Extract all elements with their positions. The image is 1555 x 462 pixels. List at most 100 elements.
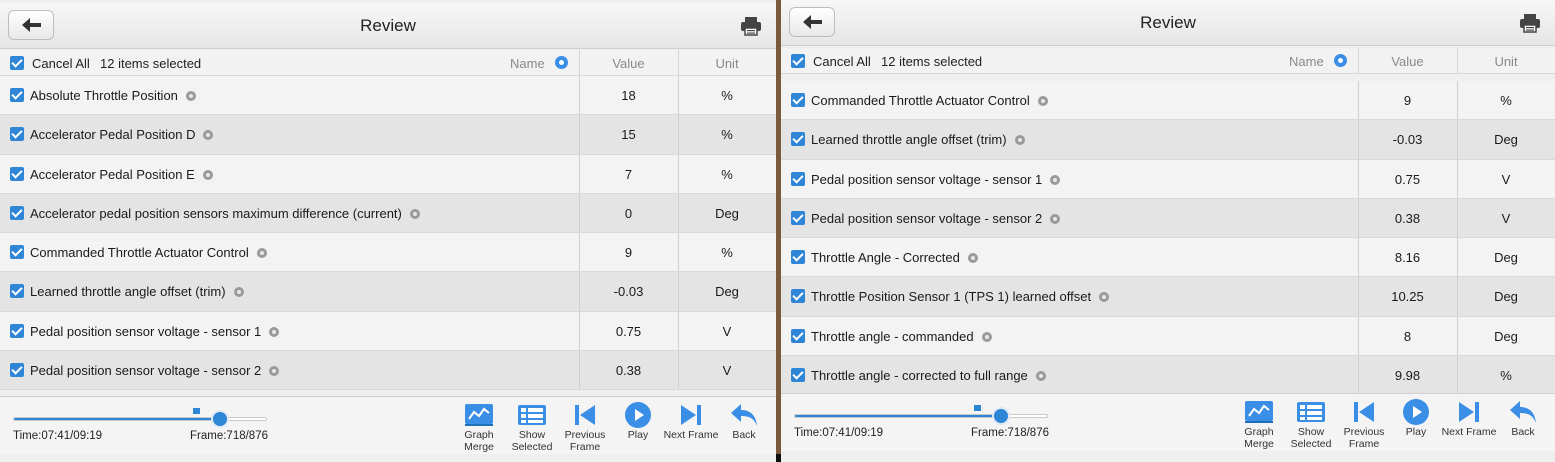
parameter-value: 0.38 bbox=[1394, 210, 1421, 226]
parameter-row[interactable]: Pedal position sensor voltage - sensor 1… bbox=[0, 311, 776, 352]
back-icon bbox=[716, 401, 772, 429]
parameter-row[interactable]: Throttle Angle - Corrected 8.16 Deg bbox=[781, 238, 1555, 278]
parameter-row[interactable]: Accelerator Pedal Position E 7% bbox=[0, 154, 776, 194]
row-checkbox[interactable] bbox=[10, 127, 24, 142]
info-icon[interactable] bbox=[981, 331, 992, 342]
cancel-all-label[interactable]: Cancel All bbox=[32, 56, 90, 71]
parameter-row[interactable]: Commanded Throttle Actuator Control 9% bbox=[781, 81, 1555, 121]
parameter-name: Learned throttle angle offset (trim) bbox=[30, 284, 244, 299]
show-selected-button[interactable]: Show Selected bbox=[504, 401, 560, 453]
parameter-name: Pedal position sensor voltage - sensor 2 bbox=[30, 363, 280, 378]
parameter-name: Pedal position sensor voltage - sensor 1 bbox=[811, 172, 1061, 187]
info-icon[interactable] bbox=[967, 253, 978, 264]
info-icon[interactable] bbox=[256, 248, 267, 259]
info-icon[interactable] bbox=[1035, 371, 1046, 382]
row-checkbox[interactable] bbox=[791, 93, 805, 107]
parameter-row[interactable]: Learned throttle angle offset (trim) -0.0… bbox=[0, 272, 776, 312]
info-icon[interactable] bbox=[1099, 292, 1110, 303]
playback-slider-thumb[interactable] bbox=[210, 410, 229, 428]
playback-slider[interactable] bbox=[794, 405, 1048, 425]
parameter-row[interactable]: Absolute Throttle Position 18% bbox=[0, 76, 776, 116]
parameter-unit: Deg bbox=[1494, 250, 1518, 266]
cancel-all-checkbox[interactable] bbox=[791, 54, 805, 68]
back-button[interactable]: Back bbox=[716, 401, 772, 441]
row-checkbox[interactable] bbox=[791, 328, 805, 343]
info-icon[interactable] bbox=[269, 366, 280, 377]
playback-slider-thumb[interactable] bbox=[991, 407, 1010, 425]
parameter-list: Absolute Throttle Position 18% Accelerator… bbox=[0, 76, 776, 391]
toolbar-label: Selected bbox=[511, 441, 553, 453]
parameter-row[interactable]: Accelerator Pedal Position D 15% bbox=[0, 115, 776, 155]
play-button[interactable]: Play bbox=[1388, 398, 1444, 438]
back-button[interactable]: Back bbox=[1495, 398, 1551, 438]
parameter-row[interactable]: Learned throttle angle offset (trim) -0.0… bbox=[781, 120, 1555, 160]
printer-icon[interactable] bbox=[1519, 13, 1541, 38]
previous-frame-button[interactable]: Previous Frame bbox=[1336, 398, 1392, 450]
cancel-all-label[interactable]: Cancel All bbox=[813, 54, 871, 69]
row-checkbox[interactable] bbox=[791, 171, 805, 186]
info-icon[interactable] bbox=[269, 326, 280, 337]
column-header-name[interactable]: Name bbox=[510, 56, 545, 71]
play-button[interactable]: Play bbox=[610, 401, 666, 441]
info-icon[interactable] bbox=[203, 130, 214, 141]
row-checkbox[interactable] bbox=[10, 205, 24, 220]
row-checkbox[interactable] bbox=[10, 363, 24, 378]
parameter-name-text: Pedal position sensor voltage - sensor 1 bbox=[30, 323, 262, 339]
parameter-row[interactable]: Pedal position sensor voltage - sensor 2… bbox=[781, 198, 1555, 239]
row-checkbox[interactable] bbox=[10, 284, 24, 299]
parameter-row[interactable]: Pedal position sensor voltage - sensor 2… bbox=[0, 351, 776, 391]
info-icon[interactable] bbox=[1050, 174, 1061, 185]
sort-name-icon[interactable] bbox=[1334, 54, 1347, 67]
previous-frame-icon bbox=[1336, 398, 1392, 426]
row-checkbox[interactable] bbox=[10, 88, 24, 102]
next-frame-button[interactable]: Next Frame bbox=[663, 401, 719, 441]
column-header-name[interactable]: Name bbox=[1289, 54, 1324, 69]
parameter-row[interactable]: Throttle angle - corrected to full range… bbox=[781, 356, 1555, 396]
row-checkbox[interactable] bbox=[10, 166, 24, 181]
toolbar-label: Next Frame bbox=[1441, 426, 1497, 438]
previous-frame-icon bbox=[557, 401, 613, 429]
row-checkbox[interactable] bbox=[10, 323, 24, 338]
parameter-unit: % bbox=[721, 88, 733, 103]
info-icon[interactable] bbox=[409, 208, 420, 219]
parameter-unit: V bbox=[722, 323, 732, 339]
parameter-value: 7 bbox=[624, 166, 633, 182]
row-checkbox[interactable] bbox=[791, 250, 805, 265]
info-icon[interactable] bbox=[233, 287, 244, 298]
row-checkbox[interactable] bbox=[791, 210, 805, 225]
graph-merge-button[interactable]: Graph Merge bbox=[451, 401, 507, 453]
previous-frame-button[interactable]: Previous Frame bbox=[557, 401, 613, 453]
parameter-row[interactable]: Throttle angle - commanded 8 Deg bbox=[781, 316, 1555, 357]
parameter-row[interactable]: Pedal position sensor voltage - sensor 1… bbox=[781, 159, 1555, 199]
info-icon[interactable] bbox=[185, 91, 196, 101]
toolbar-label: Play bbox=[627, 429, 649, 441]
row-checkbox[interactable] bbox=[791, 368, 805, 383]
parameter-row[interactable]: Throttle Position Sensor 1 (TPS 1) learn… bbox=[781, 277, 1555, 317]
graph-merge-button[interactable]: Graph Merge bbox=[1231, 398, 1287, 450]
toolbar-label: Graph bbox=[1244, 426, 1274, 438]
row-checkbox[interactable] bbox=[791, 289, 805, 304]
printer-icon[interactable] bbox=[740, 16, 762, 41]
toolbar-label: Show bbox=[518, 429, 546, 441]
slider-marker-icon bbox=[973, 405, 981, 411]
parameter-row[interactable]: Commanded Throttle Actuator Control 9% bbox=[0, 233, 776, 273]
toolbar-label: Next Frame bbox=[663, 429, 719, 441]
next-frame-button[interactable]: Next Frame bbox=[1441, 398, 1497, 438]
info-icon[interactable] bbox=[202, 169, 213, 180]
playback-bar: Time:07:41/09:19 Frame:718/876 Graph Merge S… bbox=[781, 393, 1555, 451]
info-icon[interactable] bbox=[1050, 213, 1061, 224]
cancel-all-checkbox[interactable] bbox=[10, 56, 24, 70]
review-panel-left: Review Cancel All 12 items selected Name Val… bbox=[0, 0, 776, 462]
sort-name-icon[interactable] bbox=[555, 56, 568, 69]
parameter-name: Commanded Throttle Actuator Control bbox=[30, 245, 267, 260]
row-checkbox[interactable] bbox=[10, 245, 24, 260]
show-selected-button[interactable]: Show Selected bbox=[1283, 398, 1339, 450]
info-icon[interactable] bbox=[1037, 96, 1048, 106]
playback-slider[interactable] bbox=[13, 408, 267, 428]
row-checkbox[interactable] bbox=[791, 132, 805, 147]
playback-time: Time:07:41/09:19 bbox=[794, 427, 884, 439]
column-header-value: Value bbox=[1391, 54, 1424, 69]
play-icon bbox=[610, 401, 666, 429]
parameter-row[interactable]: Accelerator pedal position sensors maxim… bbox=[0, 193, 776, 234]
info-icon[interactable] bbox=[1014, 135, 1025, 146]
